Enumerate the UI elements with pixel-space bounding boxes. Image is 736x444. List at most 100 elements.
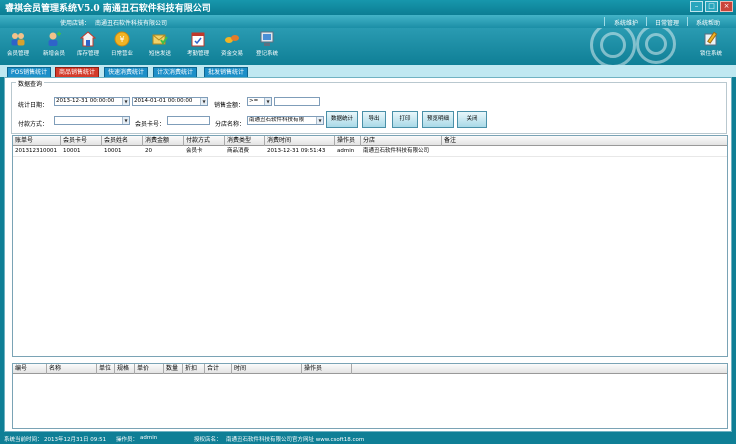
- status-license-label: 授权店名：: [194, 437, 222, 443]
- branch-label: 分店名称：: [215, 121, 246, 128]
- toolbar-attendance-button[interactable]: 考勤管理: [181, 30, 215, 64]
- col-consume-time[interactable]: 消费时间: [265, 136, 335, 146]
- minimize-icon[interactable]: –: [690, 1, 703, 12]
- tab-product-sales[interactable]: 商品销售统计: [55, 67, 100, 77]
- lock-system-button[interactable]: 锁住系统: [694, 30, 728, 64]
- app-window: 睿祺会员管理系统V5.0 南通丑石软件科技有限公司 – □ × 使用店铺： 南通…: [0, 0, 736, 444]
- store-name: 南通丑石软件科技有限公司: [95, 20, 168, 27]
- date-from-picker[interactable]: 2013-12-31 00:00:00 ▼: [54, 97, 130, 106]
- cell-amount: 20: [145, 148, 152, 154]
- date-label: 统计日期：: [18, 102, 49, 109]
- maximize-icon[interactable]: □: [705, 1, 718, 12]
- amount-input[interactable]: [274, 97, 320, 106]
- tab-wholesale-sales[interactable]: 批发销售统计: [204, 67, 249, 77]
- col-detail-total[interactable]: 合计: [205, 364, 232, 374]
- date-to-value: 2014-01-01 00:00:00: [134, 98, 193, 104]
- status-operator-value: admin: [140, 435, 158, 441]
- close-button[interactable]: 关闭: [457, 111, 487, 128]
- amount-operator-select[interactable]: >= ▼: [247, 97, 272, 106]
- chevron-down-icon[interactable]: ▼: [316, 117, 323, 124]
- status-time-value: 2013年12月31日 09:51: [44, 437, 107, 443]
- col-remark[interactable]: 备注: [442, 136, 727, 146]
- chevron-down-icon[interactable]: ▼: [264, 98, 271, 105]
- branch-select[interactable]: 南通丑石软件科技有限 ▼: [247, 116, 324, 125]
- col-bill-no[interactable]: 账单号: [13, 136, 61, 146]
- col-detail-no[interactable]: 编号: [13, 364, 47, 374]
- toolbar-label: 登记系统: [255, 51, 278, 57]
- tab-count-consumption[interactable]: 计次消费统计: [153, 67, 198, 77]
- menu-system-maintenance[interactable]: 系统维护: [614, 18, 638, 27]
- toolbar-add-member-button[interactable]: 新增会员: [37, 30, 71, 64]
- col-detail-time[interactable]: 时间: [232, 364, 302, 374]
- toolbar-sms-button[interactable]: 短信发送: [143, 30, 177, 64]
- chevron-down-icon[interactable]: ▼: [122, 98, 129, 105]
- toolbar-label: 短信发送: [148, 51, 171, 57]
- card-number-input[interactable]: [167, 116, 210, 125]
- col-card-no[interactable]: 会员卡号: [61, 136, 102, 146]
- cell-branch: 南通丑石软件科技有限公司: [363, 148, 430, 154]
- col-detail-price[interactable]: 单价: [135, 364, 164, 374]
- toolbar-warehouse-button[interactable]: 库存管理: [71, 30, 105, 64]
- toolbar-members-button[interactable]: 会员管理: [1, 30, 35, 64]
- toolbar-money-transaction-button[interactable]: 资金交易: [215, 30, 249, 64]
- col-amount[interactable]: 消费金额: [143, 136, 184, 146]
- col-detail-name[interactable]: 名称: [47, 364, 97, 374]
- col-detail-operator[interactable]: 操作员: [302, 364, 352, 374]
- status-time-label: 系统当前时间：: [4, 437, 43, 443]
- status-operator-label: 操作员：: [116, 437, 139, 443]
- title-bar: 睿祺会员管理系统V5.0 南通丑石软件科技有限公司 – □ ×: [0, 0, 736, 15]
- sms-icon: [152, 34, 168, 45]
- store-label: 使用店铺：: [60, 20, 91, 27]
- chevron-down-icon[interactable]: ▼: [122, 117, 129, 124]
- store-bar: 使用店铺： 南通丑石软件科技有限公司 系统维护 日常管理 系统帮助: [0, 15, 736, 28]
- content-panel: 数据查询 统计日期： 2013-12-31 00:00:00 ▼ 2014-01…: [4, 77, 732, 432]
- detail-table-header: 编号 名称 单位 规格 单价 数量 折扣 合计 时间 操作员: [13, 364, 727, 374]
- toolbar-daily-business-button[interactable]: ¥ 日常营业: [105, 30, 139, 64]
- warehouse-icon: [80, 31, 96, 47]
- chevron-down-icon[interactable]: ▼: [200, 98, 207, 105]
- col-pay-method[interactable]: 付款方式: [184, 136, 225, 146]
- print-button[interactable]: 打印: [392, 111, 418, 128]
- menu-system-help[interactable]: 系统帮助: [696, 18, 720, 27]
- col-detail-qty[interactable]: 数量: [164, 364, 183, 374]
- toolbar-label: 新增会员: [42, 51, 65, 57]
- cell-bill-no: 201312310001: [15, 148, 57, 154]
- branch-value: 南通丑石软件科技有限: [249, 117, 305, 123]
- status-license-value: 南通丑石软件科技有限公司官方网址 www.csoft18.com: [226, 437, 365, 443]
- col-detail-filler: [352, 364, 727, 374]
- col-operator[interactable]: 操作员: [335, 136, 361, 146]
- col-branch[interactable]: 分店: [361, 136, 442, 146]
- menu-divider: [646, 17, 647, 26]
- col-detail-discount[interactable]: 折扣: [183, 364, 205, 374]
- toolbar: 会员管理 新增会员 库存管理 ¥ 日常营业 短信发送 考勤管理 资金交易 登记系: [0, 28, 736, 65]
- preview-details-button[interactable]: 预览明细: [422, 111, 454, 128]
- col-consume-type[interactable]: 消费类型: [225, 136, 265, 146]
- statistics-button[interactable]: 数据统计: [326, 111, 358, 128]
- col-member-name[interactable]: 会员姓名: [102, 136, 143, 146]
- money-transaction-icon: [225, 35, 239, 43]
- add-member-icon: [48, 31, 61, 46]
- card-number-label: 会员卡号：: [135, 121, 166, 128]
- table-row[interactable]: 201312310001 10001 10001 20 会员卡 商品消费 201…: [13, 147, 727, 155]
- toolbar-register-system-button[interactable]: 登记系统: [250, 30, 284, 64]
- tab-quick-consumption[interactable]: 快速消费统计: [104, 67, 149, 77]
- col-detail-spec[interactable]: 规格: [115, 364, 135, 374]
- cell-remark: [442, 147, 727, 155]
- menu-daily-management[interactable]: 日常管理: [655, 18, 679, 27]
- decor-swirl: [600, 32, 626, 58]
- cell-member-name: 10001: [104, 148, 122, 154]
- export-button[interactable]: 导出: [362, 111, 386, 128]
- menu-divider: [687, 17, 688, 26]
- window-controls: – □ ×: [690, 1, 733, 12]
- main-table-header: 账单号 会员卡号 会员姓名 消费金额 付款方式 消费类型 消费时间 操作员 分店…: [13, 136, 727, 146]
- members-icon: [11, 33, 25, 46]
- date-to-picker[interactable]: 2014-01-01 00:00:00 ▼: [132, 97, 208, 106]
- pay-method-select[interactable]: ▼: [54, 116, 130, 125]
- svg-text:¥: ¥: [119, 35, 124, 44]
- date-from-value: 2013-12-31 00:00:00: [56, 98, 115, 104]
- col-detail-unit[interactable]: 单位: [97, 364, 115, 374]
- main-table: 账单号 会员卡号 会员姓名 消费金额 付款方式 消费类型 消费时间 操作员 分店…: [12, 135, 728, 357]
- close-icon[interactable]: ×: [720, 1, 733, 12]
- query-group: 数据查询 统计日期： 2013-12-31 00:00:00 ▼ 2014-01…: [11, 79, 727, 134]
- tab-pos-sales[interactable]: POS销售统计: [7, 67, 52, 77]
